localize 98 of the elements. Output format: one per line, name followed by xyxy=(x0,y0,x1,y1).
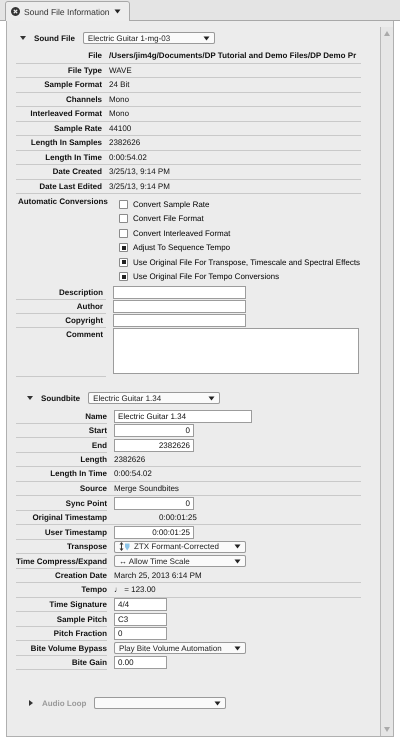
field-value: 2382626 xyxy=(109,138,140,148)
soundbite-dropdown[interactable]: Electric Guitar 1.34 xyxy=(88,392,220,404)
audio-loop-dropdown[interactable] xyxy=(94,697,226,709)
checkbox-option[interactable]: Use Original File For Tempo Conversions xyxy=(119,270,360,284)
field-value: 44100 xyxy=(109,124,132,133)
field-label: Time Compress/Expand xyxy=(16,556,107,566)
field-value: Mono xyxy=(109,109,130,118)
field-value: 0:00:54.02 xyxy=(114,469,152,478)
checkbox-option[interactable]: Convert Sample Rate xyxy=(119,197,360,212)
scroll-down-icon[interactable] xyxy=(384,727,390,732)
field-label: Interleaved Format xyxy=(29,109,102,118)
field-label: Sample Rate xyxy=(52,124,102,133)
input-field[interactable] xyxy=(113,300,246,313)
section-title: Sound File xyxy=(34,34,75,42)
field-value: 2382626 xyxy=(114,454,146,464)
field-label: User Timestamp xyxy=(44,528,107,537)
field-label: Creation Date xyxy=(54,570,107,580)
section-title: Audio Loop xyxy=(42,698,86,708)
field-value: 3/25/13, 9:14 PM xyxy=(109,182,170,191)
checkbox[interactable] xyxy=(119,214,128,224)
scroll-up-icon[interactable] xyxy=(384,31,390,36)
dropdown[interactable]: ZTX Formant-Corrected xyxy=(114,540,246,553)
field-label: Start xyxy=(88,426,107,436)
field-value: Mono xyxy=(109,94,130,104)
collapse-triangle-icon[interactable] xyxy=(27,395,33,401)
field-label: Time Signature xyxy=(48,600,107,610)
field-label: Author xyxy=(16,300,106,314)
checkbox-option[interactable]: Convert File Format xyxy=(119,212,360,226)
field-label: Tempo xyxy=(80,585,107,594)
field-value: Merge Soundbites xyxy=(114,484,179,493)
field-label: Description xyxy=(16,286,106,300)
field-label: Sample Pitch xyxy=(56,614,107,624)
caret-icon xyxy=(114,9,121,14)
checkbox[interactable] xyxy=(119,228,128,238)
panel-tab[interactable]: Sound File Information xyxy=(5,1,130,21)
text-area[interactable] xyxy=(113,328,359,374)
field-label: Length In Time xyxy=(44,152,102,162)
field-label: Date Last Edited xyxy=(38,182,102,191)
caret-icon xyxy=(202,36,210,40)
field-label: End xyxy=(90,440,107,450)
field-label: File xyxy=(87,51,102,60)
field-label: Channels xyxy=(64,94,102,104)
dropdown[interactable]: Play Bite Volume Automation xyxy=(114,642,246,654)
checkbox-option[interactable]: Convert Interleaved Format xyxy=(119,226,360,240)
field-label: File Type xyxy=(66,66,102,75)
input-field[interactable]: 2382626 xyxy=(114,438,194,452)
field-label: Bite Gain xyxy=(70,658,107,668)
field-label: Pitch Fraction xyxy=(52,629,107,638)
section-title: Soundbite xyxy=(41,394,80,402)
field-value: March 25, 2013 6:14 PM xyxy=(114,570,202,580)
field-label: Bite Volume Bypass xyxy=(30,644,107,653)
checkbox-option[interactable]: Use Original File For Transpose, Timescale and Spectral Effects xyxy=(119,255,360,270)
scrollbar[interactable] xyxy=(380,27,393,736)
arrows-icon xyxy=(119,542,130,552)
field-label: Length xyxy=(79,454,107,464)
sound-file-dropdown[interactable]: Electric Guitar 1-mg-03 xyxy=(82,32,215,44)
checkbox-option[interactable]: Adjust To Sequence Tempo xyxy=(119,240,360,255)
collapse-triangle-icon[interactable] xyxy=(20,35,26,41)
caret-icon xyxy=(234,544,241,550)
field-label: Original Timestamp xyxy=(31,512,107,522)
field-label: Sync Point xyxy=(64,498,107,508)
checkbox[interactable] xyxy=(119,200,128,209)
input-field[interactable]: 0 xyxy=(114,627,167,640)
field-label: Date Created xyxy=(52,167,102,176)
close-icon[interactable] xyxy=(11,7,20,16)
field-label: Copyright xyxy=(16,314,106,328)
field-value: ♩ = 123.00 xyxy=(114,585,156,594)
input-field[interactable]: 0:00:01:25 xyxy=(114,526,194,539)
field-value: /Users/jim4g/Documents/DP Tutorial and Demo Files/DP Demo Pr xyxy=(109,51,356,60)
input-field[interactable]: Electric Guitar 1.34 xyxy=(114,410,252,423)
field-label: Sample Format xyxy=(43,80,102,90)
field-value: WAVE xyxy=(109,66,132,75)
checkbox[interactable] xyxy=(119,258,128,267)
input-field[interactable]: 0.00 xyxy=(114,656,167,670)
input-field[interactable]: 0 xyxy=(114,424,194,438)
input-field[interactable]: C3 xyxy=(114,612,167,626)
caret-icon xyxy=(234,558,241,564)
field-label: Name xyxy=(84,412,107,421)
field-label: Length In Samples xyxy=(30,138,102,148)
input-field[interactable] xyxy=(113,286,246,299)
field-label: Length In Time xyxy=(49,469,107,478)
caret-icon xyxy=(214,700,222,706)
field-value: 0:00:54.02 xyxy=(109,152,147,162)
field-label: Source xyxy=(78,484,107,493)
field-value: 3/25/13, 9:14 PM xyxy=(109,167,170,176)
dropdown[interactable]: ↔ Allow Time Scale xyxy=(114,555,246,568)
checkbox[interactable] xyxy=(119,243,128,252)
caret-icon xyxy=(208,396,216,400)
section-label: Automatic Conversions xyxy=(17,197,109,208)
input-field[interactable] xyxy=(113,314,246,327)
field-value: 24 Bit xyxy=(109,80,130,90)
field-label: Comment xyxy=(16,328,106,377)
input-field[interactable]: 0 xyxy=(114,496,194,510)
field-value: 0:00:01:25 xyxy=(158,512,197,522)
checkbox[interactable] xyxy=(119,272,128,282)
input-field[interactable]: 4/4 xyxy=(114,598,167,612)
field-label: Transpose xyxy=(66,542,107,552)
caret-icon xyxy=(234,646,241,651)
